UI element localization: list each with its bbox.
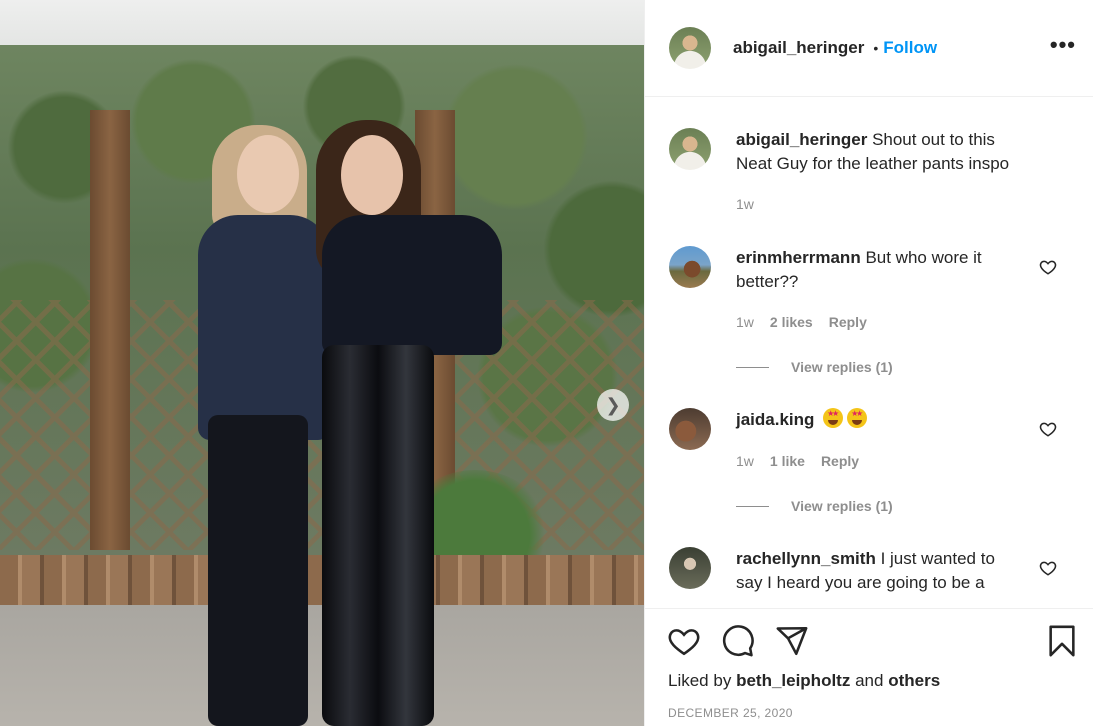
comment-likes[interactable]: 1 like bbox=[770, 453, 805, 469]
comment-reply-button[interactable]: Reply bbox=[829, 314, 867, 330]
comment-icon[interactable] bbox=[721, 624, 755, 658]
comment-item: erinmherrmann But who wore it better?? 1… bbox=[669, 246, 1069, 376]
more-options-icon[interactable]: ••• bbox=[1050, 34, 1076, 56]
post-side-panel: abigail_heringer • Follow ••• abigail_he… bbox=[644, 0, 1093, 726]
post-date[interactable]: DECEMBER 25, 2020 bbox=[668, 706, 793, 720]
caption-time: 1w bbox=[736, 196, 754, 212]
liked-by-text: Liked by beth_leipholtz and others bbox=[668, 671, 940, 691]
separator-dot: • bbox=[873, 40, 879, 56]
comment-reply-button[interactable]: Reply bbox=[821, 453, 859, 469]
caption: abigail_heringer Shout out to this Neat … bbox=[669, 128, 1069, 228]
liked-others-link[interactable]: others bbox=[888, 671, 940, 690]
commenter-avatar[interactable] bbox=[669, 547, 711, 589]
star-eyes-emoji bbox=[847, 408, 868, 428]
fence-post bbox=[90, 110, 130, 550]
comment-item: jaida.king 1w 1 like Reply View replies … bbox=[669, 408, 1069, 538]
comment-username[interactable]: rachellynn_smith bbox=[736, 549, 876, 568]
commenter-avatar[interactable] bbox=[669, 408, 711, 450]
person-left-face bbox=[237, 135, 299, 213]
liked-prefix: Liked by bbox=[668, 671, 732, 690]
author-avatar[interactable] bbox=[669, 27, 711, 69]
heart-icon[interactable] bbox=[667, 624, 701, 658]
view-replies-button[interactable]: View replies (1) bbox=[736, 359, 893, 375]
author-avatar[interactable] bbox=[669, 128, 711, 170]
bookmark-icon[interactable] bbox=[1045, 624, 1079, 658]
liked-user-link[interactable]: beth_leipholtz bbox=[736, 671, 850, 690]
person-right-leather-pants bbox=[322, 345, 434, 726]
follow-button[interactable]: Follow bbox=[883, 38, 937, 58]
comments-list[interactable]: abigail_heringer Shout out to this Neat … bbox=[645, 97, 1093, 608]
comment-item: rachellynn_smith I just wanted to say I … bbox=[669, 547, 1069, 608]
comment-text: rachellynn_smith I just wanted to say I … bbox=[736, 547, 1026, 595]
person-left-top bbox=[198, 215, 330, 440]
comment-username[interactable]: erinmherrmann bbox=[736, 248, 861, 267]
comment-text: erinmherrmann But who wore it better?? bbox=[736, 246, 1026, 294]
person-right-face bbox=[341, 135, 403, 215]
star-eyes-emoji bbox=[823, 408, 844, 428]
comment-meta: 1w 2 likes Reply bbox=[736, 314, 867, 330]
view-replies-button[interactable]: View replies (1) bbox=[736, 498, 893, 514]
comment-likes[interactable]: 2 likes bbox=[770, 314, 813, 330]
caption-text: abigail_heringer Shout out to this Neat … bbox=[736, 128, 1026, 176]
person-right-top bbox=[322, 215, 502, 355]
comment-like-heart-icon[interactable] bbox=[1039, 420, 1057, 438]
author-username[interactable]: abigail_heringer bbox=[733, 38, 864, 58]
caption-username[interactable]: abigail_heringer bbox=[736, 130, 867, 149]
person-left-pants bbox=[208, 415, 308, 726]
post-image: ❯ bbox=[0, 0, 644, 726]
comment-meta: 1w 1 like Reply bbox=[736, 453, 859, 469]
replies-divider-line bbox=[736, 505, 769, 507]
post-header: abigail_heringer • Follow ••• bbox=[645, 0, 1093, 97]
share-icon[interactable] bbox=[775, 624, 809, 658]
comment-text: jaida.king bbox=[736, 408, 1026, 432]
commenter-avatar[interactable] bbox=[669, 246, 711, 288]
view-replies-label: View replies (1) bbox=[791, 359, 893, 375]
liked-and: and bbox=[855, 671, 884, 690]
next-image-button[interactable]: ❯ bbox=[597, 389, 629, 421]
replies-divider-line bbox=[736, 366, 769, 368]
next-image-arrow-icon: ❯ bbox=[605, 394, 621, 416]
comment-like-heart-icon[interactable] bbox=[1039, 258, 1057, 276]
comment-like-heart-icon[interactable] bbox=[1039, 559, 1057, 577]
view-replies-label: View replies (1) bbox=[791, 498, 893, 514]
comment-username[interactable]: jaida.king bbox=[736, 410, 814, 429]
comment-time: 1w bbox=[736, 314, 754, 330]
comment-time: 1w bbox=[736, 453, 754, 469]
caption-meta: 1w bbox=[736, 196, 754, 212]
